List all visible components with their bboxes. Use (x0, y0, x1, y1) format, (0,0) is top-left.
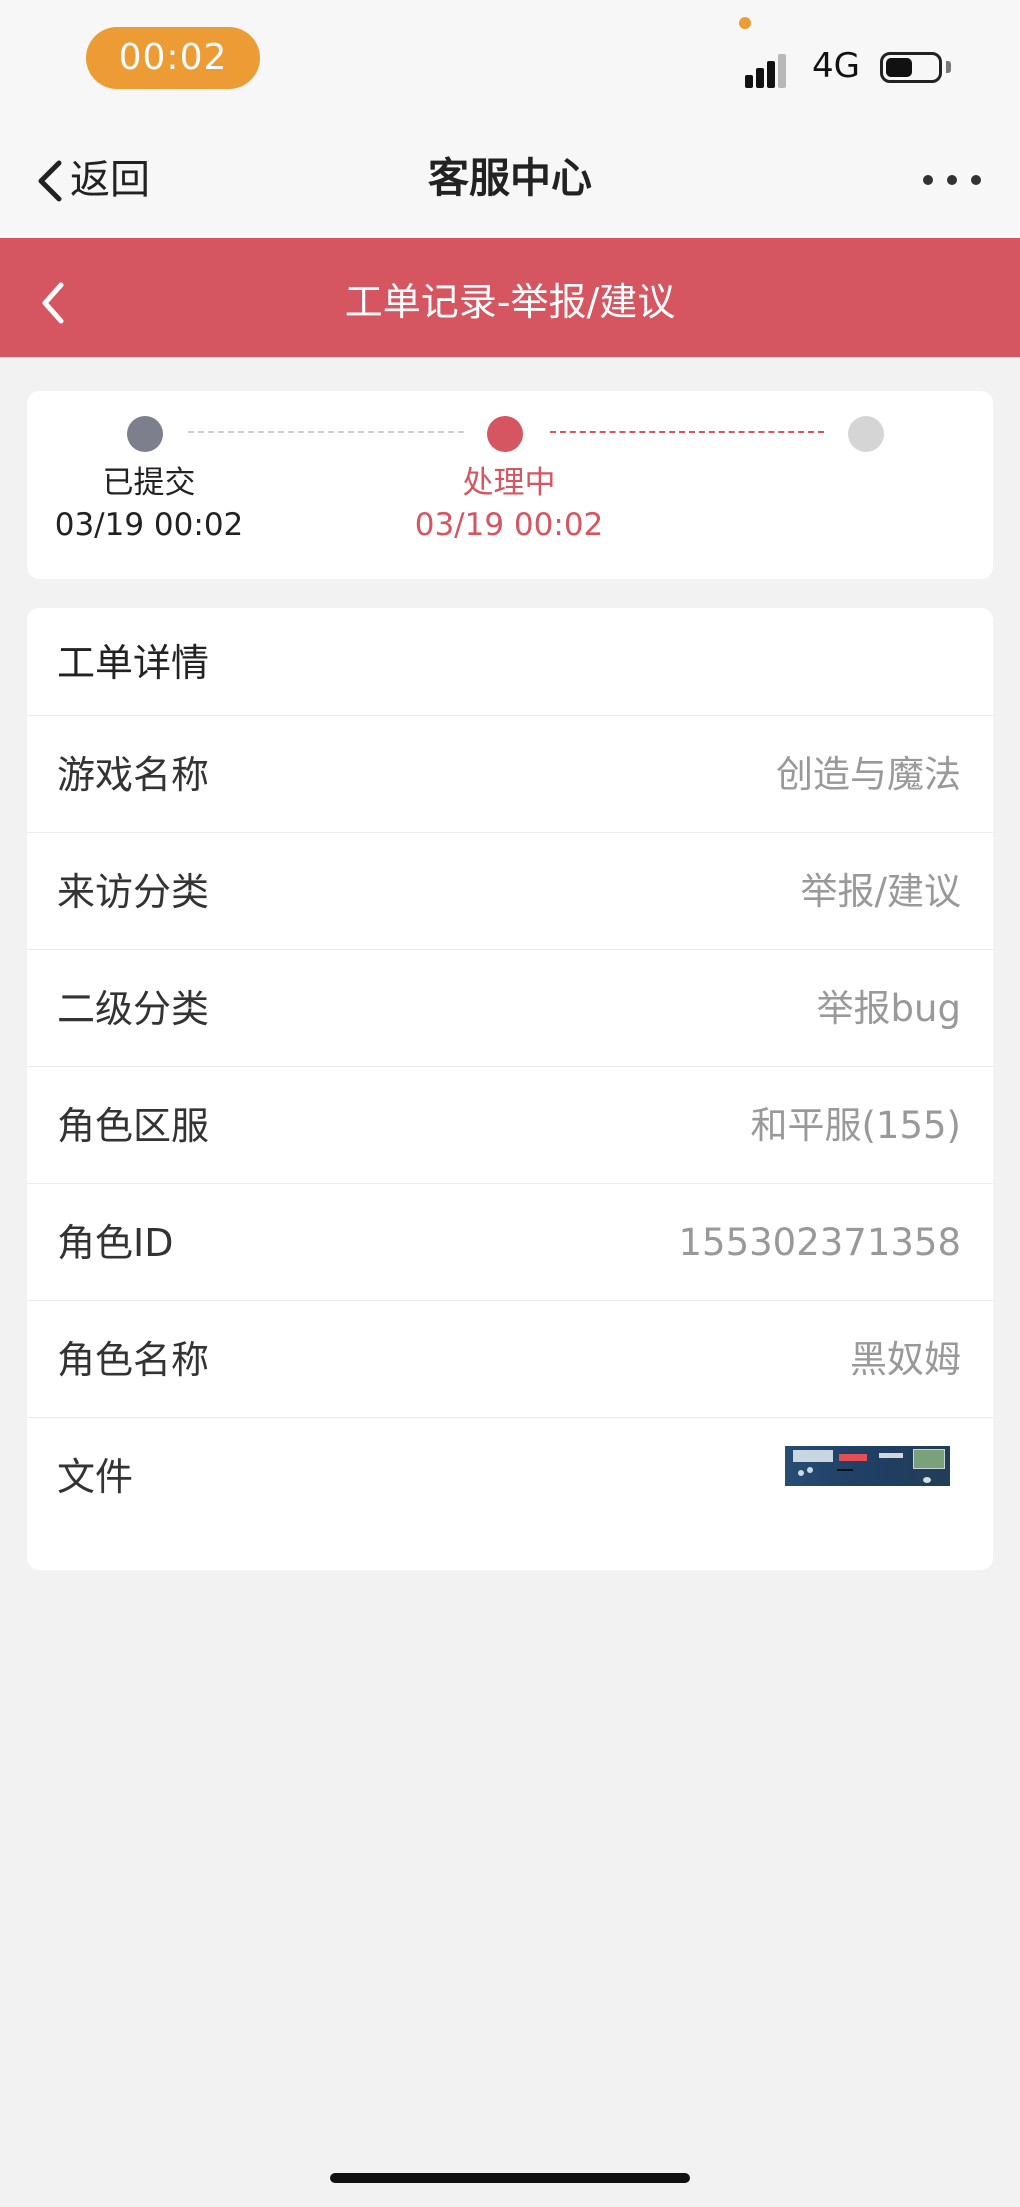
signal-icon (745, 50, 797, 88)
more-button[interactable] (917, 166, 987, 196)
battery-level (886, 58, 912, 77)
file-label: 文件 (57, 1455, 134, 1499)
step-processing-dot (487, 416, 523, 452)
visit-category-label: 来访分类 (57, 870, 210, 914)
attachment-thumbnail[interactable] (785, 1446, 950, 1486)
visit-category-value: 举报/建议 (800, 870, 961, 913)
page-title: 客服中心 (428, 154, 592, 202)
step-submitted-time: 03/19 00:02 (54, 507, 244, 543)
step-processing-time: 03/19 00:02 (414, 507, 604, 543)
ticket-title: 工单记录-举报/建议 (344, 280, 676, 324)
secondary-category-value: 举报bug (816, 987, 961, 1030)
network-label: 4G (812, 46, 860, 86)
role-id-label: 角色ID (57, 1221, 174, 1265)
step-connector-2 (550, 431, 824, 433)
step-connector-1 (188, 431, 464, 433)
step-completed-dot (848, 416, 884, 452)
game-name-value: 创造与魔法 (776, 753, 961, 796)
details-title: 工单详情 (57, 641, 210, 685)
step-submitted-dot (127, 416, 163, 452)
status-time: 00:02 (86, 27, 260, 89)
secondary-category-label: 二级分类 (57, 987, 210, 1031)
role-name-label: 角色名称 (57, 1338, 210, 1382)
role-id-value: 155302371358 (678, 1221, 962, 1264)
activity-indicator-dot (739, 17, 751, 29)
step-submitted-label: 已提交 (102, 465, 196, 501)
home-indicator (330, 2173, 690, 2183)
battery-tip (946, 61, 951, 73)
battery-icon (880, 52, 942, 83)
server-label: 角色区服 (57, 1104, 210, 1148)
game-name-label: 游戏名称 (57, 753, 210, 797)
server-value: 和平服(155) (750, 1104, 962, 1147)
detail-row-file (27, 1417, 993, 1570)
step-processing-label: 处理中 (462, 465, 556, 501)
role-name-value: 黑奴姆 (850, 1338, 961, 1381)
